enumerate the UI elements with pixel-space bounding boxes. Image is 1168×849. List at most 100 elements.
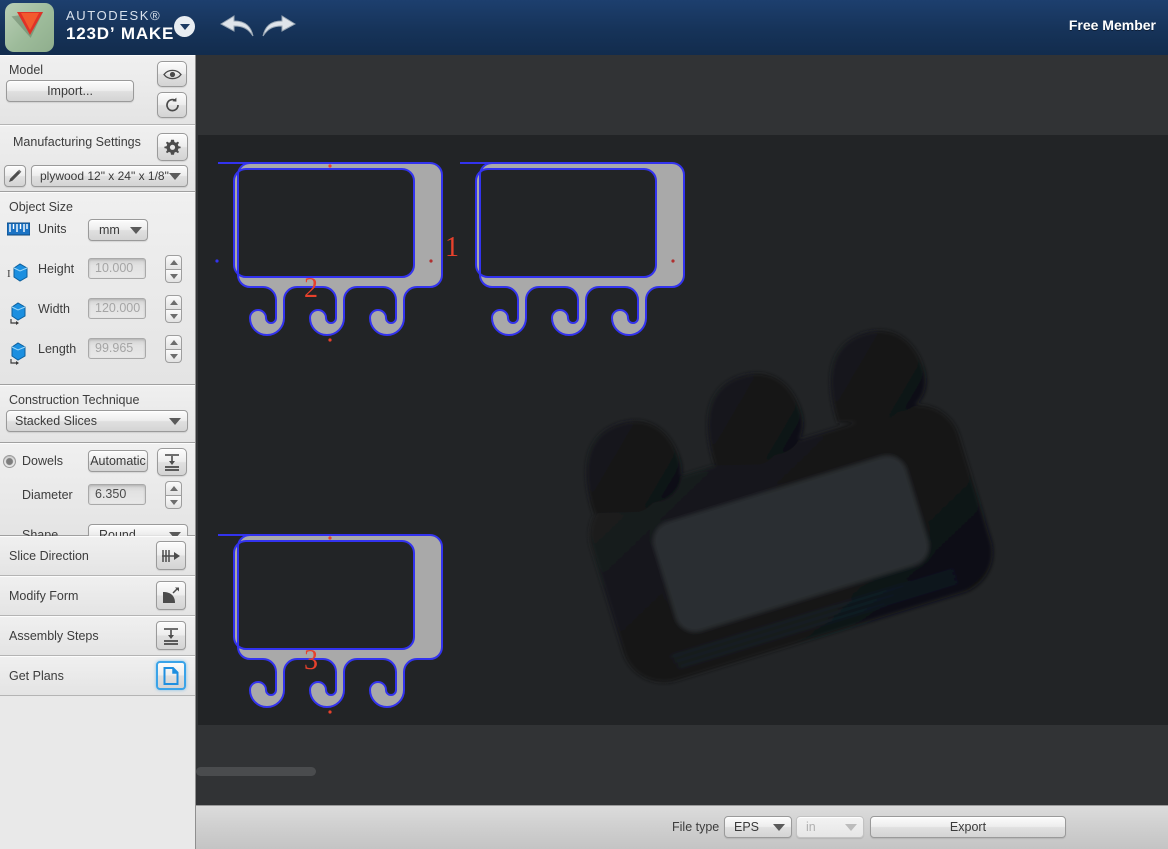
app-header: AUTODESK® 123Dʼ MAKE Free Member	[0, 0, 1168, 55]
brand-line-2: 123Dʼ MAKE	[66, 24, 175, 43]
material-select-value: plywood 12" x 24" x 1/8"	[40, 169, 169, 183]
length-cube-icon	[7, 342, 31, 365]
chevron-down-icon	[130, 226, 142, 234]
object-size-section-title: Object Size	[9, 200, 73, 214]
dowels-label: Dowels	[22, 454, 63, 468]
manufacturing-panel: Manufacturing Settings plywood 12" x 24"…	[0, 125, 195, 192]
diameter-field[interactable]: 6.350	[88, 484, 146, 505]
diameter-label: Diameter	[22, 488, 73, 502]
chevron-down-icon	[773, 823, 785, 831]
horizontal-scrollbar[interactable]	[196, 767, 316, 776]
dowels-radio[interactable]	[3, 455, 16, 468]
diameter-stepper-up[interactable]	[165, 481, 182, 495]
slice-shape[interactable]: 3	[204, 525, 444, 730]
assembly-steps-icon[interactable]	[156, 621, 186, 650]
chevron-down-icon	[845, 823, 857, 831]
diameter-stepper-down[interactable]	[165, 495, 182, 509]
chevron-down-icon	[169, 417, 181, 425]
height-stepper-down[interactable]	[165, 269, 182, 283]
width-stepper[interactable]	[165, 295, 182, 323]
units-label: Units	[38, 222, 67, 236]
object-size-panel: Object Size Units mm I Height 10.000 Wid…	[0, 192, 196, 551]
left-sidebar: Model Import... Manufacturing Settings p…	[0, 55, 196, 849]
length-stepper-down[interactable]	[165, 349, 182, 363]
bottom-toolbar: File type EPS in Export	[196, 805, 1168, 849]
slice-label: 2	[304, 273, 318, 304]
export-unit-value: in	[806, 820, 816, 834]
height-cube-icon: I	[7, 262, 31, 284]
construction-technique-select[interactable]: Stacked Slices	[6, 410, 188, 432]
sidebar-item-label: Get Plans	[9, 669, 64, 683]
slice-shape[interactable]: 2	[204, 153, 444, 358]
ruler-icon	[6, 222, 31, 244]
svg-text:I: I	[7, 268, 11, 280]
units-select[interactable]: mm	[88, 219, 148, 241]
height-stepper-up[interactable]	[165, 255, 182, 269]
sidebar-item-label: Assembly Steps	[9, 629, 99, 643]
construction-technique-panel: Construction Technique Stacked Slices	[0, 385, 195, 443]
stack-align-icon	[165, 454, 179, 471]
modify-form-icon[interactable]	[156, 581, 186, 610]
material-select[interactable]: plywood 12" x 24" x 1/8"	[31, 165, 188, 187]
sidebar-item-modify-form[interactable]: Modify Form	[0, 576, 195, 616]
length-stepper[interactable]	[165, 335, 182, 363]
edit-material-button[interactable]	[4, 165, 26, 187]
redo-arrow-icon	[262, 15, 297, 37]
member-status-label[interactable]: Free Member	[1069, 17, 1156, 33]
chevron-down-icon[interactable]	[174, 16, 195, 37]
units-select-value: mm	[99, 223, 120, 237]
app-root: AUTODESK® 123Dʼ MAKE Free Member Model I…	[0, 0, 1168, 849]
length-stepper-up[interactable]	[165, 335, 182, 349]
length-label: Length	[38, 342, 77, 356]
width-field[interactable]: 120.000	[88, 298, 146, 319]
sidebar-item-get-plans[interactable]: Get Plans	[0, 656, 195, 696]
height-row: I Height 10.000	[0, 255, 196, 288]
export-button[interactable]: Export	[870, 816, 1066, 838]
undo-arrow-icon	[219, 15, 254, 37]
pencil-icon	[9, 169, 22, 182]
height-stepper[interactable]	[165, 255, 182, 283]
width-row: Width 120.000	[0, 295, 196, 328]
height-label: Height	[38, 262, 75, 276]
width-stepper-down[interactable]	[165, 309, 182, 323]
sidebar-item-slice-direction[interactable]: Slice Direction	[0, 536, 195, 576]
sidebar-item-label: Modify Form	[9, 589, 79, 603]
model-panel: Model Import...	[0, 55, 195, 125]
slice-direction-icon[interactable]	[156, 541, 186, 570]
model-viewport[interactable]: 2 1 3	[196, 55, 1168, 805]
refresh-icon	[165, 97, 179, 112]
redo-button[interactable]	[259, 11, 299, 41]
construction-section-title: Construction Technique	[9, 393, 140, 407]
dowels-distribute-button[interactable]	[157, 448, 187, 476]
dowels-mode-button[interactable]: Automatic	[88, 450, 148, 472]
width-stepper-up[interactable]	[165, 295, 182, 309]
brand-line-1: AUTODESK®	[66, 8, 162, 23]
export-unit-select[interactable]: in	[796, 816, 864, 838]
brand-title: AUTODESK® 123Dʼ MAKE	[66, 8, 174, 44]
sidebar-item-assembly-steps[interactable]: Assembly Steps	[0, 616, 195, 656]
diameter-stepper[interactable]	[165, 481, 182, 509]
gear-icon	[164, 139, 181, 155]
import-button[interactable]: Import...	[6, 80, 134, 102]
slice-label: 3	[304, 645, 318, 676]
slice-shape[interactable]: 1	[445, 153, 686, 358]
view-toggle-button[interactable]	[157, 61, 187, 87]
sidebar-filler	[0, 696, 195, 756]
length-row: Length 99.965	[0, 335, 196, 368]
get-plans-icon[interactable]	[156, 661, 186, 690]
width-label: Width	[38, 302, 70, 316]
file-type-value: EPS	[734, 820, 760, 834]
reset-view-button[interactable]	[157, 92, 187, 118]
dowels-panel: Dowels Automatic Diameter 6.350 Shape Ro…	[0, 443, 195, 546]
manufacturing-settings-button[interactable]	[157, 133, 188, 161]
file-type-label: File type	[672, 820, 720, 834]
length-field[interactable]: 99.965	[88, 338, 146, 359]
slice-label: 1	[445, 232, 459, 263]
height-field[interactable]: 10.000	[88, 258, 146, 279]
chevron-down-icon	[169, 172, 181, 180]
undo-button[interactable]	[217, 11, 257, 41]
file-type-select[interactable]: EPS	[724, 816, 792, 838]
construction-technique-value: Stacked Slices	[15, 414, 97, 428]
eye-icon	[162, 69, 182, 79]
sidebar-item-label: Slice Direction	[9, 549, 89, 563]
